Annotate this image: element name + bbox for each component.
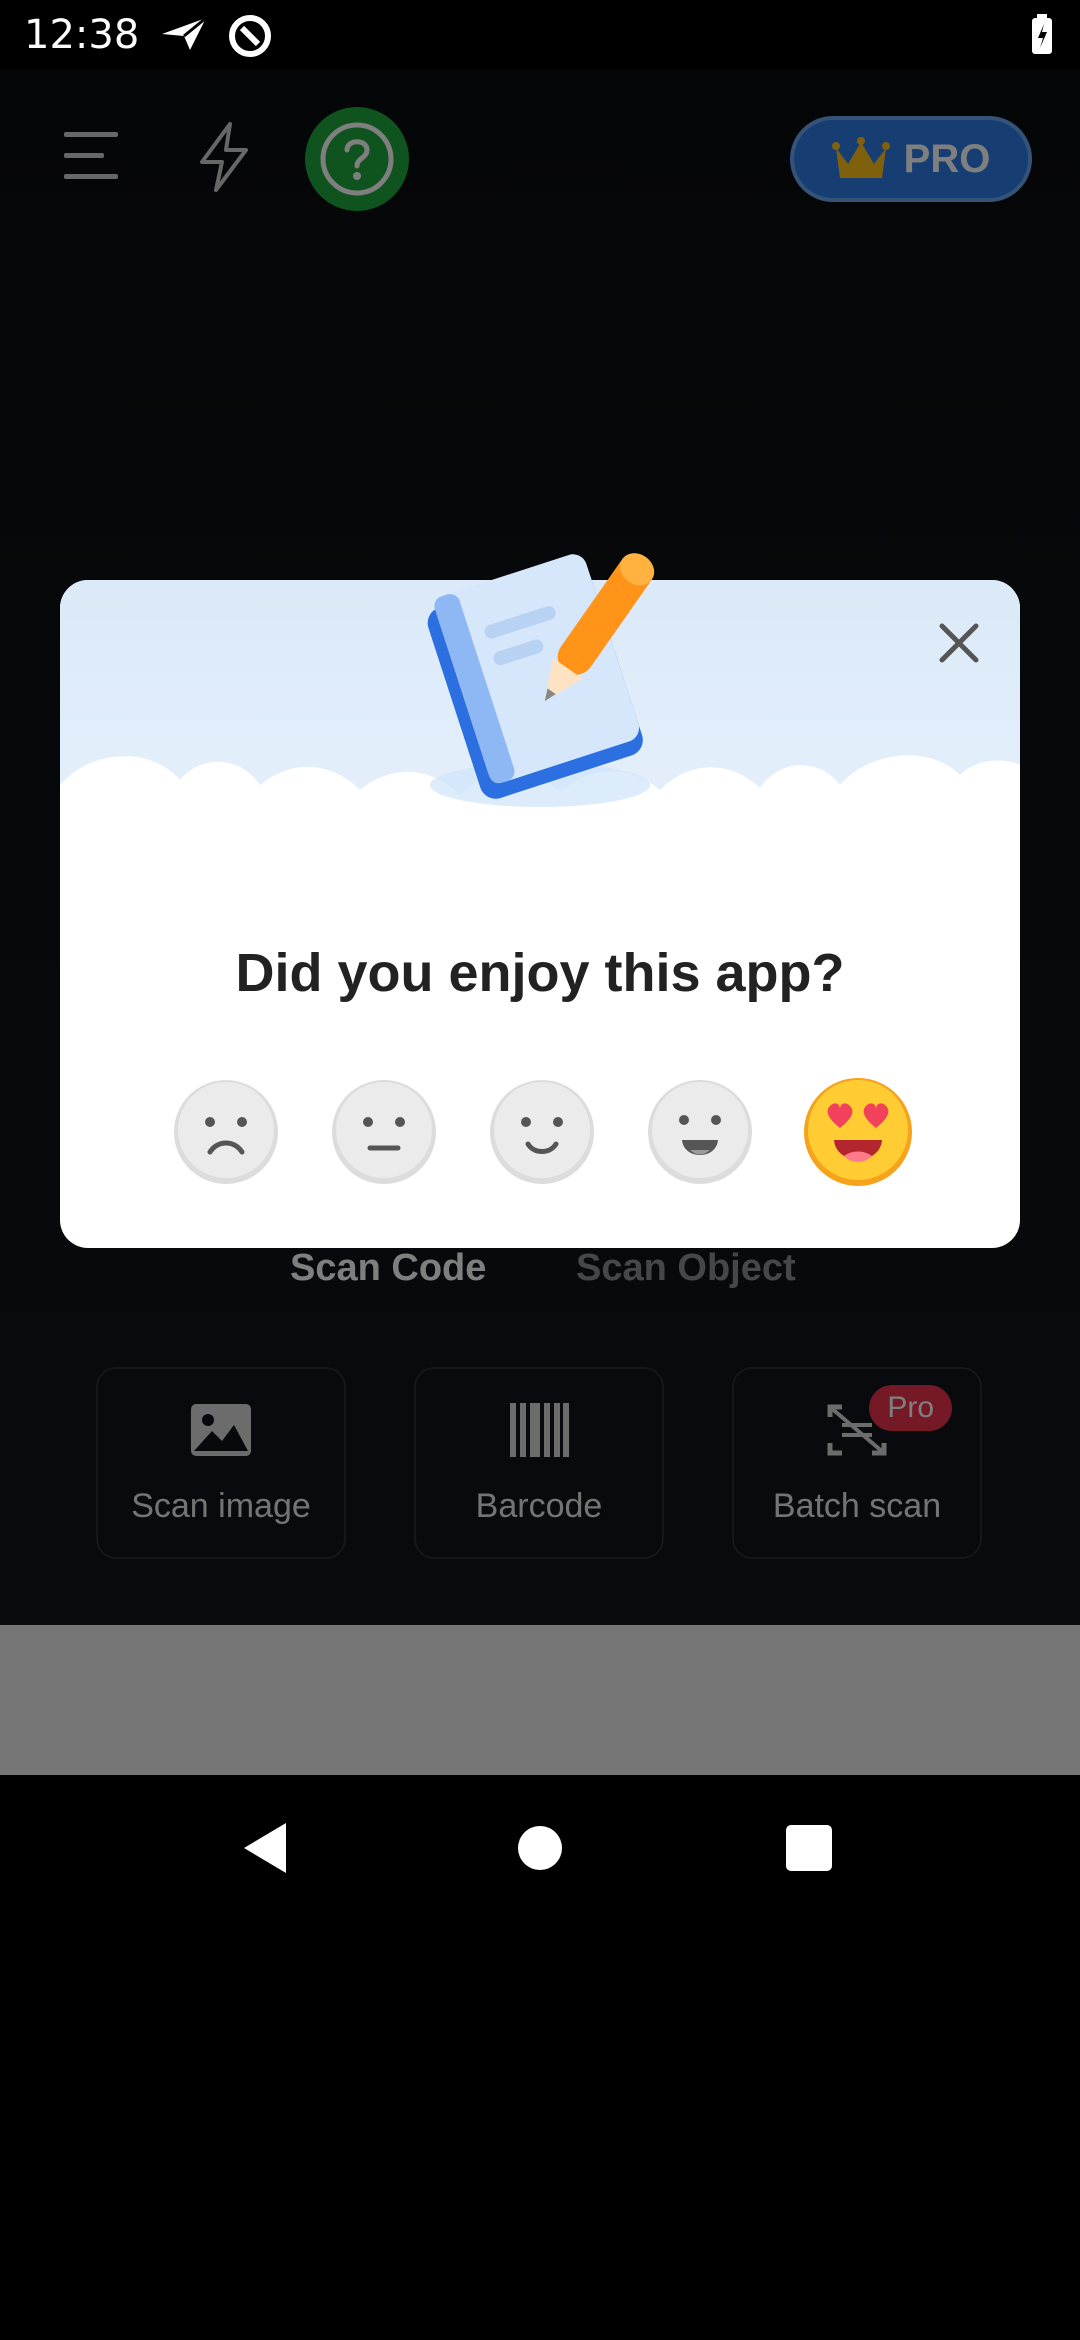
smile-face-icon[interactable] bbox=[488, 1078, 596, 1186]
close-icon bbox=[939, 623, 979, 663]
neutral-face-icon[interactable] bbox=[330, 1078, 438, 1186]
send-icon bbox=[160, 14, 208, 59]
back-button[interactable] bbox=[240, 1821, 290, 1875]
home-button[interactable] bbox=[518, 1826, 562, 1870]
navigation-bar bbox=[0, 1775, 1080, 1920]
status-time: 12:38 bbox=[24, 12, 140, 58]
at-sign-icon bbox=[228, 14, 272, 63]
screen: 12:38 PRO Scan Code Scan Object bbox=[0, 0, 1080, 2340]
rating-row bbox=[60, 1078, 1020, 1188]
sad-face-icon[interactable] bbox=[172, 1078, 280, 1186]
back-triangle-icon bbox=[244, 1823, 286, 1873]
home-circle-icon bbox=[518, 1826, 562, 1870]
dialog-title: Did you enjoy this app? bbox=[235, 943, 845, 1003]
status-bar: 12:38 bbox=[0, 0, 1080, 70]
grin-face-icon[interactable] bbox=[646, 1078, 754, 1186]
notepad-pencil-icon bbox=[390, 520, 690, 820]
recents-square-icon bbox=[786, 1825, 832, 1871]
close-button[interactable] bbox=[936, 620, 982, 666]
heart-eyes-face-icon[interactable] bbox=[802, 1076, 914, 1188]
rating-dialog: Did you enjoy this app? bbox=[60, 553, 1020, 1248]
battery-charging-icon bbox=[1030, 14, 1054, 61]
recents-button[interactable] bbox=[786, 1825, 832, 1871]
